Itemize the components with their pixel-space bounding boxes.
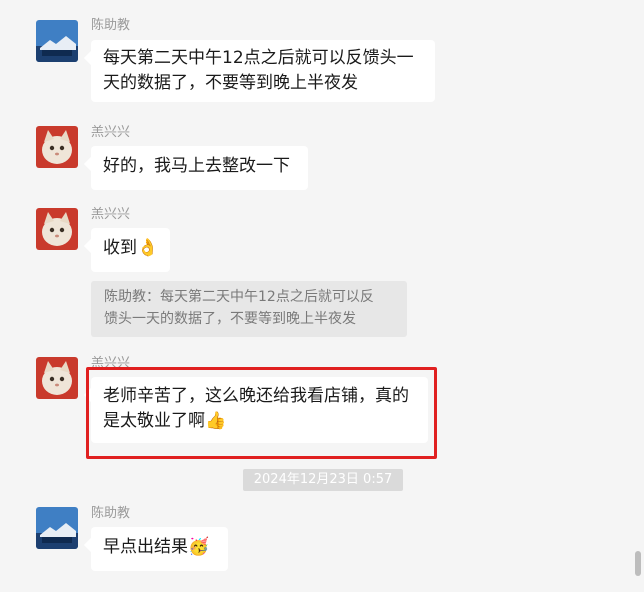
message-bubble[interactable]: 好的，我马上去整改一下 [91, 146, 308, 190]
avatar-student[interactable] [36, 208, 78, 250]
message-bubble[interactable]: 收到👌 [91, 228, 170, 272]
scrollbar-thumb[interactable] [635, 551, 641, 576]
avatar-teacher[interactable] [36, 20, 78, 62]
sender-name: 陈助教 [91, 18, 131, 33]
avatar-student[interactable] [36, 357, 78, 399]
timestamp: 2024年12月23日 0:57 [243, 469, 403, 491]
ok-hand-emoji: 👌 [137, 238, 159, 258]
highlight-box [86, 367, 437, 459]
sender-name: 羔兴兴 [91, 125, 131, 140]
chat-area: 陈助教 每天第二天中午12点之后就可以反馈头一 天的数据了，不要等到晚上半夜发 … [0, 0, 644, 592]
sender-name: 陈助教 [91, 506, 131, 521]
quoted-message[interactable]: 陈助教：每天第二天中午12点之后就可以反 馈头一天的数据了，不要等到晚上半夜发 [91, 281, 407, 337]
message-bubble[interactable]: 每天第二天中午12点之后就可以反馈头一 天的数据了，不要等到晚上半夜发 [91, 40, 435, 102]
sender-name: 羔兴兴 [91, 207, 131, 222]
message-bubble[interactable]: 早点出结果🥳 [91, 527, 228, 571]
party-face-emoji: 🥳 [188, 537, 210, 557]
avatar-teacher[interactable] [36, 507, 78, 549]
avatar-student[interactable] [36, 126, 78, 168]
